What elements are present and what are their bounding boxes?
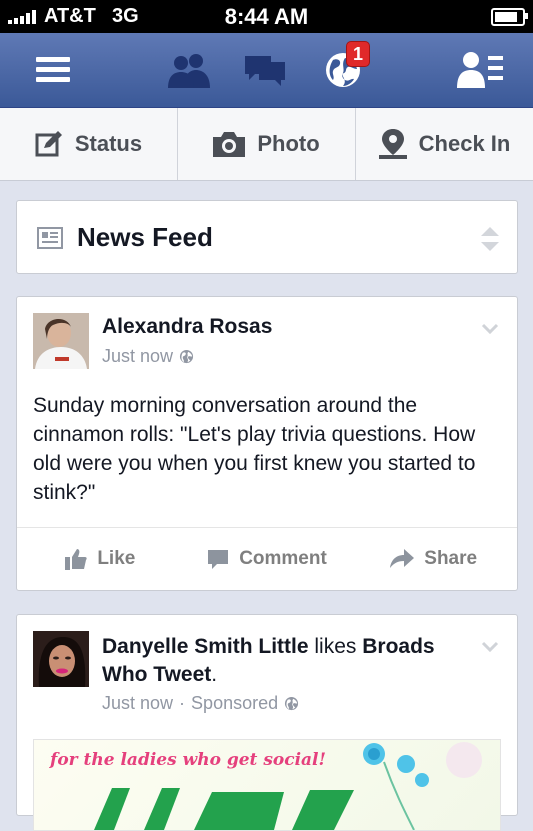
composer-bar: Status Photo Check In <box>0 108 533 181</box>
status-bar: AT&T 3G 8:44 AM <box>0 0 533 33</box>
post-timestamp[interactable]: Just now <box>102 346 173 367</box>
share-button[interactable]: Share <box>350 528 517 590</box>
author-name[interactable]: Alexandra Rosas <box>102 315 272 339</box>
meta-separator: · <box>179 693 186 713</box>
news-feed-header[interactable]: News Feed <box>16 200 518 274</box>
edit-status-icon <box>35 131 62 157</box>
globe-icon <box>179 349 194 364</box>
battery-level <box>495 12 517 22</box>
messages-button[interactable] <box>230 33 300 107</box>
comment-label: Comment <box>239 548 327 569</box>
comment-button[interactable]: Comment <box>184 528 351 590</box>
check-in-label: Check In <box>418 131 511 156</box>
profile-photo <box>33 631 89 687</box>
contacts-button[interactable] <box>445 33 515 107</box>
menu-button[interactable] <box>18 33 88 107</box>
ad-image[interactable]: for the ladies who get social! <box>33 739 501 831</box>
like-button[interactable]: Like <box>17 528 184 590</box>
status-button[interactable]: Status <box>0 108 177 180</box>
post-timestamp[interactable]: Just now <box>102 693 173 714</box>
post-meta: Just now <box>102 346 194 367</box>
contacts-icon <box>457 52 503 88</box>
ad-graphic <box>94 742 482 830</box>
messages-icon <box>245 56 285 86</box>
menu-icon <box>36 57 70 82</box>
headline-period: . <box>211 663 218 686</box>
status-label: Status <box>74 131 143 156</box>
profile-photo <box>33 313 89 369</box>
battery-icon <box>491 8 528 26</box>
location-pin-icon <box>378 129 407 159</box>
camera-icon <box>213 132 246 157</box>
friend-requests-icon <box>168 54 210 88</box>
avatar[interactable] <box>33 313 89 369</box>
post-text: Sunday morning conversation around the c… <box>33 394 476 504</box>
author-name[interactable]: Danyelle Smith Little <box>102 635 309 658</box>
story-verb: likes <box>314 635 357 658</box>
like-label: Like <box>97 548 136 569</box>
clock: 8:44 AM <box>224 4 309 29</box>
check-in-button[interactable]: Check In <box>355 108 533 180</box>
feed-story: Danyelle Smith Little likes Broads Who T… <box>16 614 518 831</box>
chevron-down-icon[interactable] <box>481 323 499 335</box>
globe-icon <box>285 696 299 711</box>
photo-label: Photo <box>257 131 320 156</box>
share-label: Share <box>424 548 478 569</box>
page-title: News Feed <box>77 222 213 252</box>
sponsored-label[interactable]: Sponsored <box>191 693 278 714</box>
top-nav-bar: 1 <box>0 33 533 108</box>
friend-requests-button[interactable] <box>154 33 224 107</box>
chevron-down-icon[interactable] <box>481 641 499 653</box>
sort-arrows-icon[interactable] <box>481 227 499 251</box>
notifications-button[interactable]: 1 <box>308 33 378 107</box>
photo-button[interactable]: Photo <box>177 108 355 180</box>
comment-icon <box>208 550 229 569</box>
thumbs-up-icon <box>65 549 87 570</box>
share-arrow-icon <box>390 549 415 568</box>
feed-story: Alexandra Rosas Just now Sunday morning … <box>16 296 518 591</box>
news-feed-icon <box>37 227 63 249</box>
avatar[interactable] <box>33 631 89 687</box>
story-actions: Like Comment Share <box>17 527 517 590</box>
notifications-badge: 1 <box>346 41 370 67</box>
story-headline: Danyelle Smith Little likes Broads Who T… <box>102 633 477 689</box>
post-meta: Just now · Sponsored <box>102 693 299 714</box>
